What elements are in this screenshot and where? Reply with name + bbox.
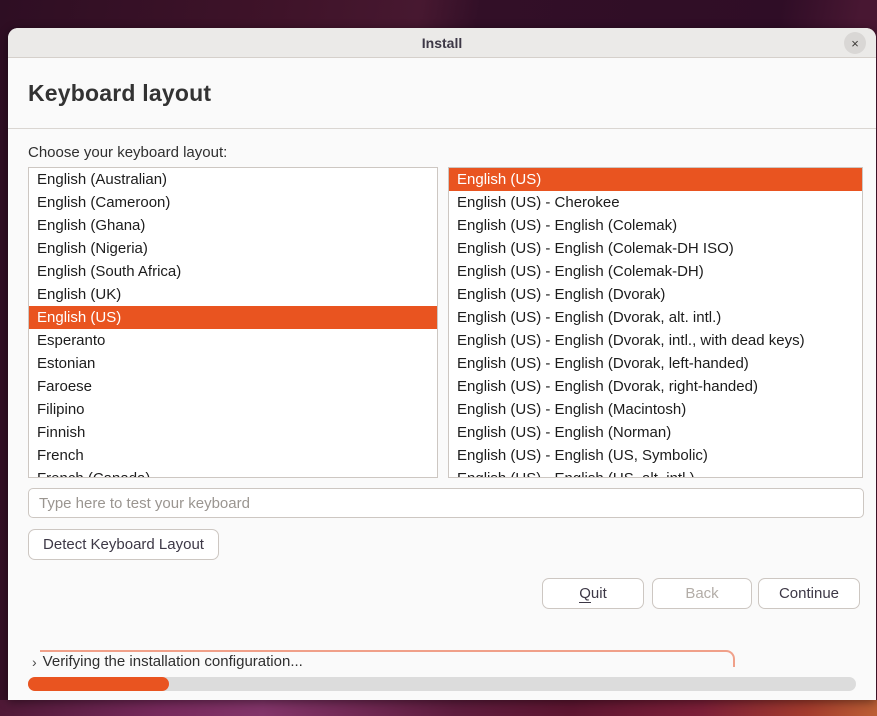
list-item[interactable]: English (US) — [29, 306, 437, 329]
list-item[interactable]: English (US) — [449, 168, 862, 191]
list-item[interactable]: English (Australian) — [29, 168, 437, 191]
detect-keyboard-layout-button[interactable]: Detect Keyboard Layout — [28, 529, 219, 560]
window-title: Install — [422, 35, 462, 51]
list-item[interactable]: English (US) - English (Dvorak, alt. int… — [449, 306, 862, 329]
list-item[interactable]: Faroese — [29, 375, 437, 398]
install-progress-bar — [28, 677, 856, 691]
install-progress-fill — [28, 677, 169, 691]
keyboard-test-input[interactable] — [28, 488, 864, 518]
desktop-wallpaper-strip — [0, 700, 877, 716]
quit-button[interactable]: Quit — [542, 578, 644, 609]
continue-button[interactable]: Continue — [758, 578, 860, 609]
back-button[interactable]: Back — [652, 578, 752, 609]
quit-mnemonic: Q — [579, 585, 591, 603]
header-divider — [8, 128, 876, 129]
status-text: Verifying the installation configuration… — [43, 653, 303, 670]
list-item[interactable]: Esperanto — [29, 329, 437, 352]
chevron-right-icon: › — [32, 654, 37, 670]
list-item[interactable]: English (South Africa) — [29, 260, 437, 283]
page-title: Keyboard layout — [28, 80, 211, 107]
keyboard-layout-list[interactable]: English (Australian)English (Cameroon)En… — [28, 167, 438, 478]
list-item[interactable]: English (US) - English (Dvorak, left-han… — [449, 352, 862, 375]
install-window: Install × Keyboard layout Choose your ke… — [8, 28, 876, 700]
chooser-label: Choose your keyboard layout: — [28, 144, 227, 161]
list-item[interactable]: Filipino — [29, 398, 437, 421]
close-button[interactable]: × — [844, 32, 866, 54]
status-expander[interactable]: › Verifying the installation configurati… — [32, 653, 303, 670]
list-item[interactable]: English (US) - English (Macintosh) — [449, 398, 862, 421]
list-item[interactable]: Finnish — [29, 421, 437, 444]
list-item[interactable]: English (Nigeria) — [29, 237, 437, 260]
list-item[interactable]: English (US) - English (Colemak) — [449, 214, 862, 237]
list-item[interactable]: English (Cameroon) — [29, 191, 437, 214]
keyboard-variant-list[interactable]: English (US)English (US) - CherokeeEngli… — [448, 167, 863, 478]
list-item[interactable]: French — [29, 444, 437, 467]
list-item[interactable]: English (US) - English (Dvorak, right-ha… — [449, 375, 862, 398]
list-item[interactable]: English (US) - English (Dvorak, intl., w… — [449, 329, 862, 352]
list-item[interactable]: English (US) - English (Colemak-DH ISO) — [449, 237, 862, 260]
list-item[interactable]: French (Canada) — [29, 467, 437, 478]
list-item[interactable]: English (US) - English (Dvorak) — [449, 283, 862, 306]
list-item[interactable]: English (US) - English (Colemak-DH) — [449, 260, 862, 283]
list-item[interactable]: English (US) - English (Norman) — [449, 421, 862, 444]
close-icon: × — [851, 37, 859, 50]
list-item[interactable]: English (UK) — [29, 283, 437, 306]
list-item[interactable]: English (US) - Cherokee — [449, 191, 862, 214]
list-item[interactable]: Estonian — [29, 352, 437, 375]
list-item[interactable]: English (US) - English (US, alt. intl.) — [449, 467, 862, 478]
list-item[interactable]: English (Ghana) — [29, 214, 437, 237]
titlebar[interactable]: Install × — [8, 28, 876, 58]
list-item[interactable]: English (US) - English (US, Symbolic) — [449, 444, 862, 467]
